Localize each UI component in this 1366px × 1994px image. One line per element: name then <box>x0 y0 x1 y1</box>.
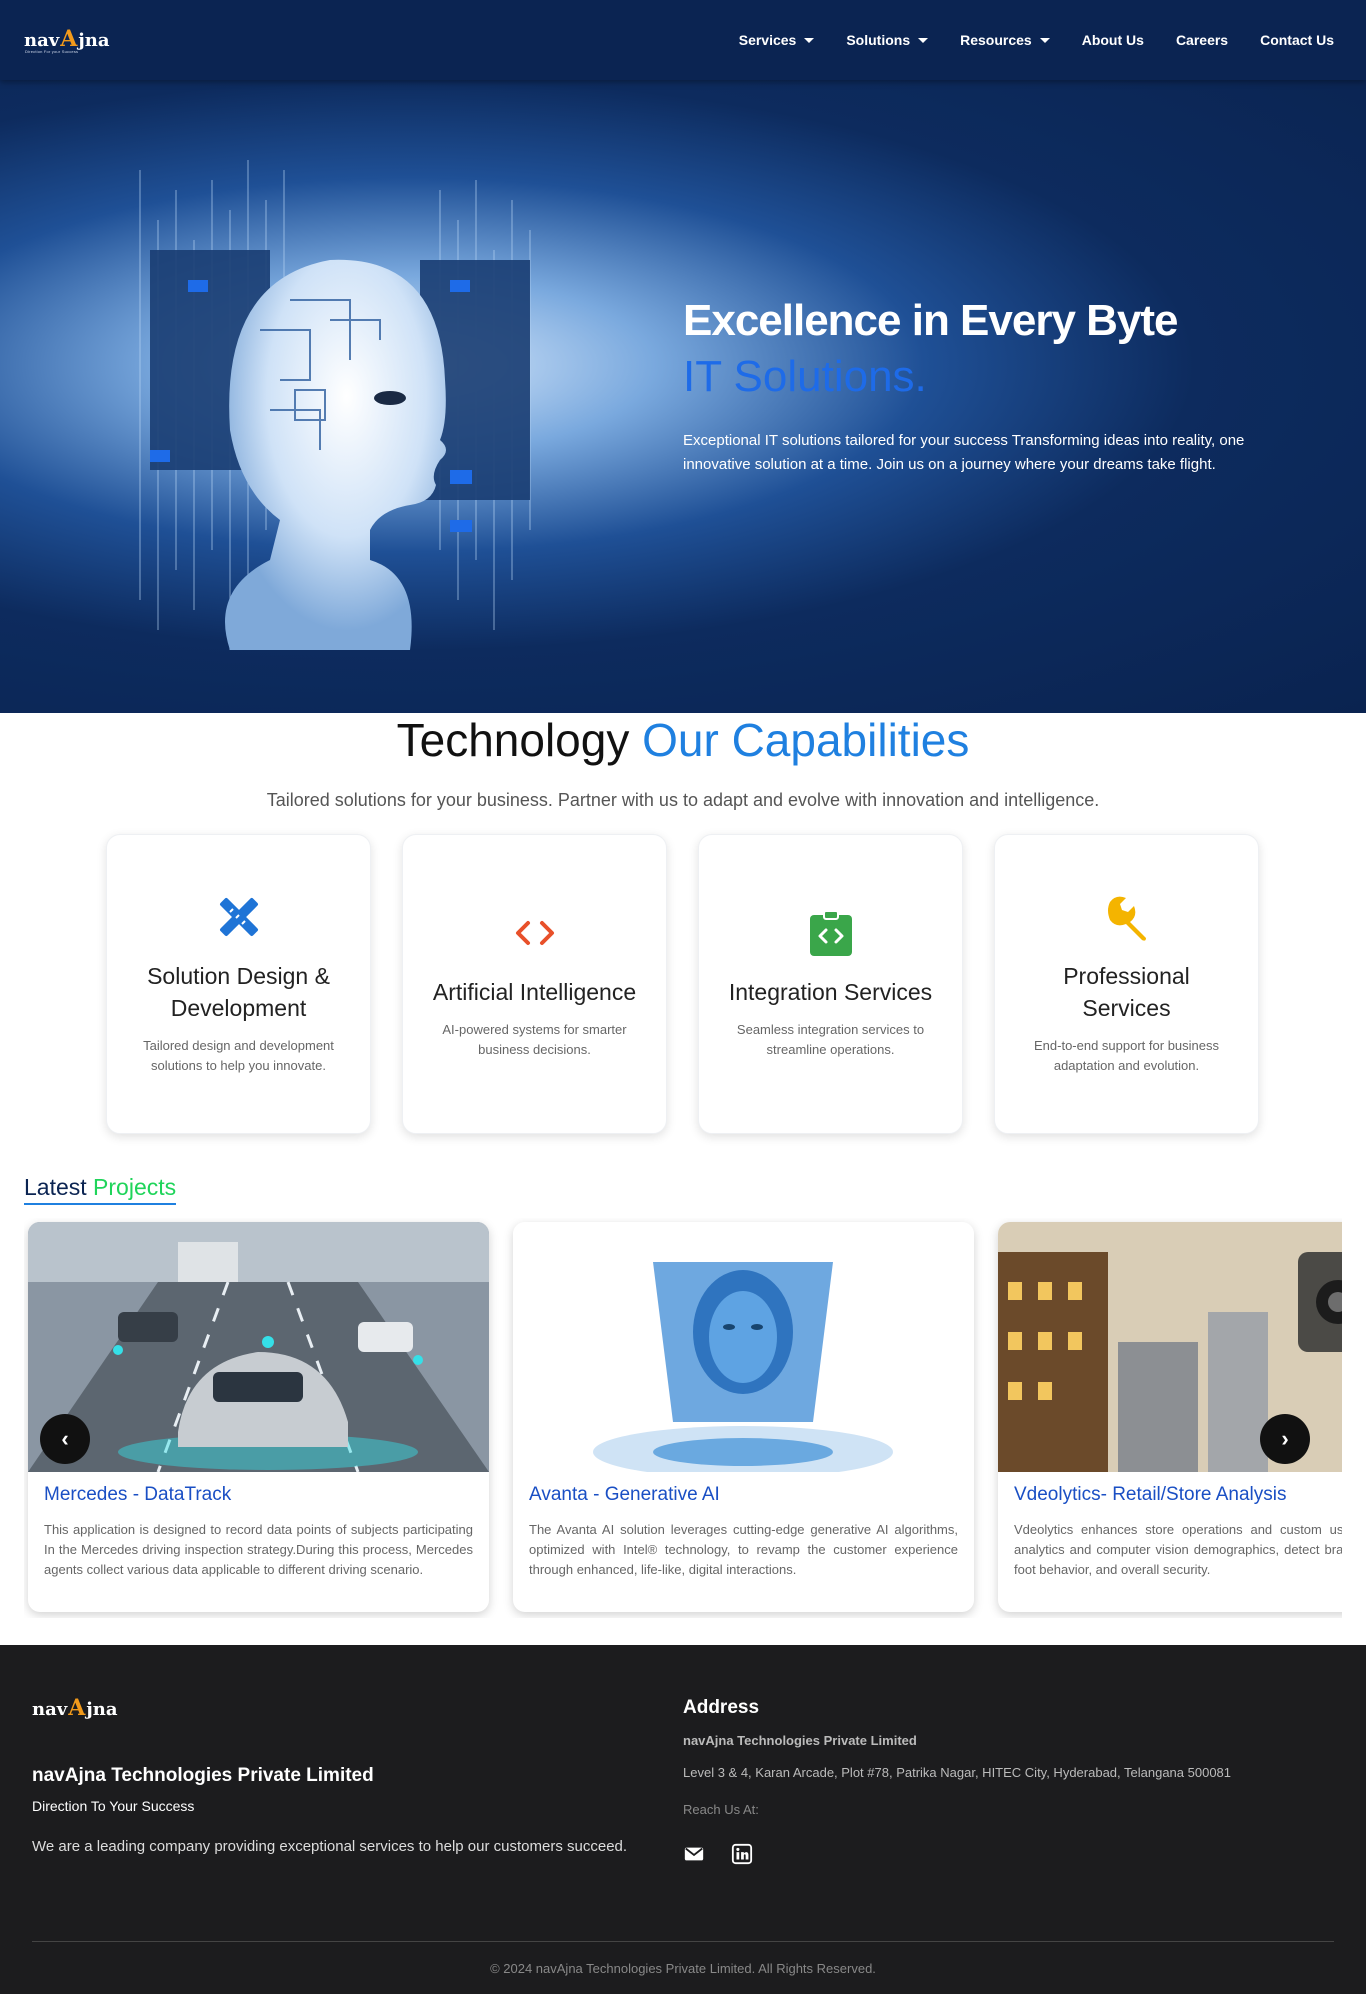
carousel-next-button[interactable]: › <box>1260 1414 1310 1464</box>
nav-careers[interactable]: Careers <box>1176 32 1228 48</box>
nav-solutions[interactable]: Solutions <box>846 32 929 48</box>
chevron-down-icon <box>1039 37 1050 43</box>
logo-text-left: nav <box>24 30 60 51</box>
logo-tagline: Direction For your Success <box>25 49 79 54</box>
code-clipboard-icon <box>809 910 852 956</box>
latest-projects-heading: Latest Projects <box>24 1174 177 1205</box>
capability-card[interactable]: Integration Services Seamless integratio… <box>698 834 963 1134</box>
project-image-autonomous-car <box>28 1222 489 1472</box>
projects-heading-green: Projects <box>93 1174 177 1200</box>
hero-title: Excellence in Every Byte <box>683 296 1179 345</box>
project-card-text: Vdeolytics enhances store operations and… <box>1014 1522 1342 1577</box>
nav-about-us[interactable]: About Us <box>1082 32 1144 48</box>
capability-card[interactable]: Solution Design & Development Tailored d… <box>106 834 371 1134</box>
footer-logo-mark: A <box>68 1695 86 1721</box>
nav-services-label: Services <box>738 32 797 48</box>
wrench-icon <box>1107 896 1146 941</box>
footer-social-icons <box>683 1843 753 1865</box>
projects-heading-dark: Latest <box>24 1174 87 1200</box>
nav-solutions-label: Solutions <box>846 32 911 48</box>
nav-resources-label: Resources <box>960 32 1032 48</box>
nav-contact-us[interactable]: Contact Us <box>1260 32 1334 48</box>
main-menu: Services Solutions Resources About Us Ca… <box>739 0 1334 80</box>
email-icon[interactable] <box>683 1843 705 1865</box>
top-navbar: nav Ajna Direction For your Success Servi… <box>0 0 1366 80</box>
capability-card-text: Seamless integration services to streaml… <box>736 1022 925 1057</box>
capabilities-title-dark: Technology <box>396 714 630 766</box>
nav-resources[interactable]: Resources <box>960 32 1050 48</box>
hero-subtitle: IT Solutions. <box>683 352 927 401</box>
project-card[interactable]: Avanta - Generative AI The Avanta AI sol… <box>513 1222 974 1612</box>
capability-card-text: End-to-end support for business adaptati… <box>1034 1038 1219 1073</box>
capabilities-description: Tailored solutions for your business. Pa… <box>266 790 1100 810</box>
carousel-prev-button[interactable]: ‹ <box>40 1414 90 1464</box>
capability-card-title: Artificial Intelligence <box>432 979 637 1005</box>
project-card[interactable]: Mercedes - DataTrack This application is… <box>28 1222 489 1612</box>
linkedin-icon[interactable] <box>731 1843 753 1865</box>
project-card-text: The Avanta AI solution leverages cutting… <box>529 1522 958 1577</box>
capability-card-title: Integration Services <box>728 979 933 1005</box>
nav-services[interactable]: Services <box>739 32 815 48</box>
hero-description: Exceptional IT solutions tailored for yo… <box>683 432 1245 473</box>
project-card-title[interactable]: Avanta - Generative AI <box>513 1472 974 1506</box>
site-footer: nav Ajna navAjna Technologies Private Lim… <box>0 1645 1366 1994</box>
capability-card-text: Tailored design and development solution… <box>143 1038 334 1073</box>
capability-card-title: Solution Design & Development <box>147 963 330 1021</box>
footer-about: We are a leading company providing excep… <box>32 1838 628 1855</box>
project-image-hologram-face <box>513 1222 974 1472</box>
capabilities-title: Technology Our Capabilities <box>0 712 1366 768</box>
ai-head-illustration <box>139 160 531 650</box>
project-card-title[interactable]: Vdeolytics- Retail/Store Analysis <box>998 1472 1342 1506</box>
footer-address-company: navAjna Technologies Private Limited <box>683 1733 917 1748</box>
capabilities-title-blue: Our Capabilities <box>642 714 970 766</box>
hero-text-block: Excellence in Every Byte IT Solutions. E… <box>683 295 1323 477</box>
footer-tagline: Direction To Your Success <box>32 1798 195 1814</box>
footer-reach-label: Reach Us At: <box>683 1802 759 1817</box>
logo-text-right: jna <box>78 30 110 51</box>
footer-logo-right: jna <box>86 1699 118 1720</box>
project-card-text: This application is designed to record d… <box>44 1522 473 1577</box>
capability-card-text: AI-powered systems for smarter business … <box>442 1022 627 1057</box>
capability-card-title: Professional Services <box>1063 963 1190 1021</box>
project-card-title[interactable]: Mercedes - DataTrack <box>28 1472 489 1506</box>
footer-copyright: © 2024 navAjna Technologies Private Limi… <box>490 1961 876 1976</box>
footer-logo-text: nav Ajna <box>32 1695 118 1721</box>
footer-logo[interactable]: nav Ajna <box>32 1695 118 1721</box>
projects-track: Mercedes - DataTrack This application is… <box>28 1222 1342 1612</box>
capability-card[interactable]: Artificial Intelligence AI-powered syste… <box>402 834 667 1134</box>
design-tools-icon <box>219 898 258 936</box>
hero-banner: Excellence in Every Byte IT Solutions. E… <box>0 80 1366 713</box>
footer-divider <box>32 1941 1334 1942</box>
footer-company-name: navAjna Technologies Private Limited <box>32 1765 374 1786</box>
footer-address-heading: Address <box>683 1697 760 1718</box>
capabilities-cards: Solution Design & Development Tailored d… <box>106 834 1260 1134</box>
code-brackets-icon <box>515 921 554 945</box>
footer-logo-left: nav <box>32 1699 68 1720</box>
chevron-down-icon <box>918 37 929 43</box>
chevron-down-icon <box>804 37 815 43</box>
projects-carousel: Mercedes - DataTrack This application is… <box>24 1218 1342 1618</box>
footer-address: Level 3 & 4, Karan Arcade, Plot #78, Pat… <box>683 1765 1232 1780</box>
capability-card[interactable]: Professional Services End-to-end support… <box>994 834 1259 1134</box>
